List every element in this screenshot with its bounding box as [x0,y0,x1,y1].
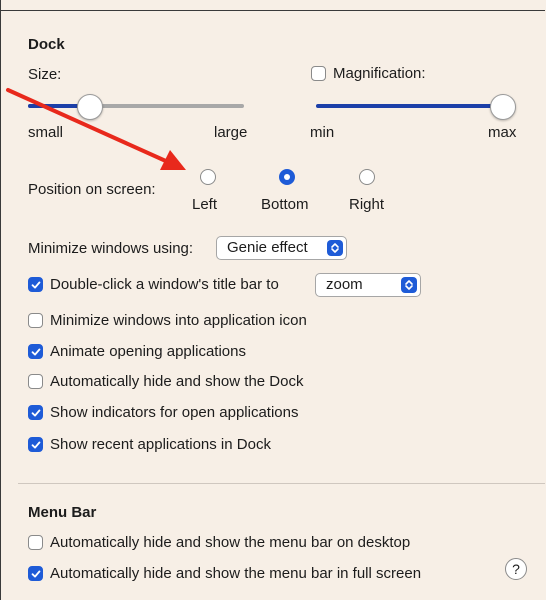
minimize-effect-value: Genie effect [227,239,308,256]
doubleclick-action-value: zoom [326,276,363,293]
popup-stepper-icon [327,240,343,256]
position-right-label: Right [349,196,385,213]
position-right-radio[interactable] [359,169,375,185]
menu-bar-heading: Menu Bar [28,504,97,521]
menubar-autohide-fullscreen-label: Automatically hide and show the menu bar… [50,565,422,582]
menubar-autohide-desktop-label: Automatically hide and show the menu bar… [50,534,411,551]
position-bottom-radio[interactable] [279,169,295,185]
position-label: Position on screen: [28,181,156,198]
section-divider [18,483,545,484]
minimize-into-icon-label: Minimize windows into application icon [50,312,307,329]
annotation-arrow-icon [6,88,186,170]
minimize-effect-popup[interactable]: Genie effect [216,236,347,260]
doubleclick-action-popup[interactable]: zoom [315,273,421,297]
magnification-slider-track[interactable] [316,104,506,108]
minimize-label: Minimize windows using: [28,240,194,257]
menubar-autohide-fullscreen-checkbox[interactable] [28,566,43,581]
autohide-dock-checkbox[interactable] [28,374,43,389]
panel-top-border [0,10,545,11]
popup-stepper-icon [401,277,417,293]
size-max-label: large [214,124,248,141]
position-left-radio[interactable] [200,169,216,185]
help-button[interactable]: ? [505,558,527,580]
animate-opening-checkbox[interactable] [28,344,43,359]
animate-opening-label: Animate opening applications [50,343,246,360]
doubleclick-label: Double-click a window's title bar to [50,276,279,293]
magnification-label: Magnification: [333,65,426,82]
menubar-autohide-desktop-checkbox[interactable] [28,535,43,550]
show-indicators-checkbox[interactable] [28,405,43,420]
magnification-checkbox[interactable] [311,66,326,81]
doubleclick-checkbox[interactable] [28,277,43,292]
position-bottom-label: Bottom [261,196,309,213]
magnification-min-label: min [310,124,335,141]
magnification-slider-knob[interactable] [490,94,516,120]
show-indicators-label: Show indicators for open applications [50,404,299,421]
minimize-into-icon-checkbox[interactable] [28,313,43,328]
magnification-max-label: max [488,124,517,141]
show-recent-label: Show recent applications in Dock [50,436,271,453]
position-left-label: Left [192,196,218,213]
show-recent-checkbox[interactable] [28,437,43,452]
autohide-dock-label: Automatically hide and show the Dock [50,373,304,390]
dock-heading: Dock [28,36,65,53]
